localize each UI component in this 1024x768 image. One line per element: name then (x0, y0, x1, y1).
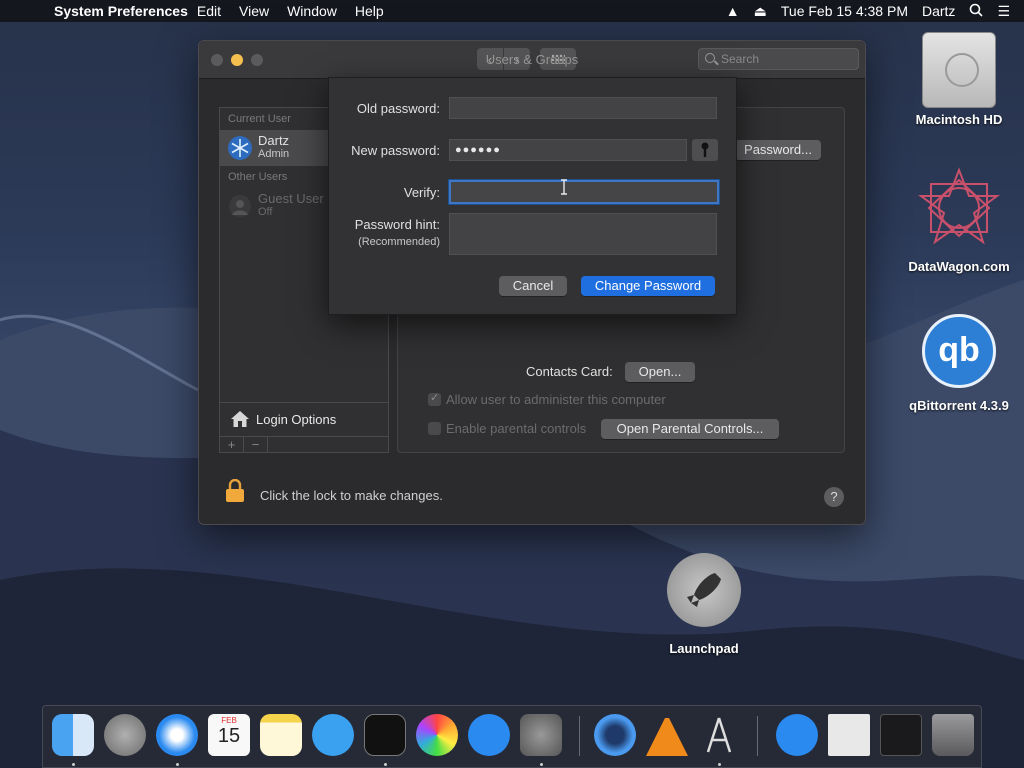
eject-icon[interactable]: ⏏ (754, 3, 767, 20)
dock-messages-icon[interactable] (312, 714, 354, 756)
menu-bar: System Preferences Edit View Window Help… (0, 0, 1024, 22)
desktop-icon-label: Launchpad (669, 641, 739, 656)
text-cursor-icon (561, 179, 567, 195)
new-password-label: New password: (351, 143, 440, 158)
guest-avatar-icon (229, 195, 251, 217)
add-user-button[interactable]: + (220, 437, 244, 452)
menu-window[interactable]: Window (278, 3, 346, 19)
desktop-icon-label: qBittorrent 4.3.9 (909, 398, 1009, 413)
change-password-button[interactable]: Password... (735, 140, 821, 160)
old-password-field[interactable] (449, 97, 717, 119)
dock-running-indicator (72, 763, 75, 766)
verify-label: Verify: (403, 185, 440, 200)
rocket-icon (667, 553, 741, 627)
add-remove-bar: + − (220, 436, 388, 452)
dock-safari-icon[interactable] (156, 714, 198, 756)
dock-movie-file-icon[interactable] (828, 714, 870, 756)
house-icon (231, 411, 249, 427)
menu-help[interactable]: Help (346, 3, 393, 19)
calendar-day: 15 (217, 725, 241, 747)
notification-center-icon[interactable]: ☰ (997, 3, 1010, 20)
dock-running-indicator (540, 763, 543, 766)
dock-system-preferences-icon[interactable] (520, 714, 562, 756)
dock-separator (579, 716, 580, 756)
allow-admin-checkbox[interactable]: Allow user to administer this computer (428, 391, 666, 407)
login-options-label: Login Options (256, 412, 337, 427)
menu-app-name[interactable]: System Preferences (44, 3, 188, 19)
dock-running-indicator (718, 763, 721, 766)
snowflake-avatar-icon (228, 136, 252, 160)
login-options-item[interactable]: Login Options (220, 402, 388, 436)
parental-controls-checkbox[interactable]: Enable parental controls (428, 421, 586, 436)
dock-vlc-icon[interactable] (646, 714, 688, 756)
title-bar: ‹ › Users & Groups Search (199, 41, 865, 79)
menu-user[interactable]: Dartz (922, 3, 955, 19)
dock-photos-icon[interactable] (416, 714, 458, 756)
dock: FEB 15 (42, 705, 982, 768)
hard-drive-icon (922, 32, 996, 108)
menu-clock[interactable]: Tue Feb 15 4:38 PM (781, 3, 908, 19)
datawagon-logo-icon (917, 167, 1001, 245)
change-password-sheet: Old password: New password: ●●●●●● Verif… (328, 77, 737, 315)
password-assistant-button[interactable] (692, 139, 718, 161)
lock-bar: Click the lock to make changes. ? (199, 471, 865, 521)
dock-screen-icon[interactable] (880, 714, 922, 756)
dock-launchpad-icon[interactable] (104, 714, 146, 756)
desktop-icon-qbittorrent[interactable]: qb qBittorrent 4.3.9 (899, 314, 1019, 413)
calendar-month: FEB (221, 716, 237, 725)
spotlight-search-icon[interactable] (969, 3, 984, 20)
dock-app-store-icon[interactable] (468, 714, 510, 756)
dock-automator-icon[interactable] (698, 714, 740, 756)
contacts-card-label: Contacts Card: (526, 364, 613, 379)
dock-finder-icon[interactable] (52, 714, 94, 756)
desktop-icon-datawagon[interactable]: DataWagon.com (899, 166, 1019, 274)
desktop-icon-launchpad[interactable]: Launchpad (644, 553, 764, 656)
new-password-field[interactable]: ●●●●●● (449, 139, 687, 161)
dock-calendar-icon[interactable]: FEB 15 (208, 714, 250, 756)
password-hint-label: Password hint: (354, 217, 440, 232)
desktop-icon-label: DataWagon.com (908, 259, 1010, 274)
menu-edit[interactable]: Edit (188, 3, 230, 19)
search-icon (705, 53, 715, 63)
qbittorrent-icon: qb (922, 314, 996, 388)
dock-notes-icon[interactable] (260, 714, 302, 756)
desktop-icon-label: Macintosh HD (915, 112, 1003, 127)
change-password-confirm-button[interactable]: Change Password (581, 276, 715, 296)
dock-separator (757, 716, 758, 756)
password-hint-field[interactable] (449, 213, 717, 255)
dock-app-store-folder-icon[interactable] (776, 714, 818, 756)
search-placeholder: Search (721, 52, 760, 66)
dock-running-indicator (384, 763, 387, 766)
dock-trash-icon[interactable] (932, 714, 974, 756)
open-parental-controls-button[interactable]: Open Parental Controls... (601, 419, 779, 439)
dock-quicktime-icon[interactable] (594, 714, 636, 756)
open-contacts-button[interactable]: Open... (625, 362, 695, 382)
menu-view[interactable]: View (230, 3, 278, 19)
lock-icon[interactable] (225, 479, 245, 503)
verify-field[interactable] (449, 180, 719, 204)
help-button[interactable]: ? (824, 487, 844, 507)
remove-user-button[interactable]: − (244, 437, 268, 452)
cancel-button[interactable]: Cancel (499, 276, 567, 296)
vlc-menu-icon[interactable]: ▲ (726, 3, 740, 19)
password-hint-sublabel: (Recommended) (358, 236, 440, 248)
old-password-label: Old password: (356, 101, 440, 116)
dock-running-indicator (176, 763, 179, 766)
lock-message: Click the lock to make changes. (260, 488, 443, 503)
search-input[interactable]: Search (698, 48, 859, 70)
key-icon (701, 142, 709, 157)
desktop-icon-macintosh-hd[interactable]: Macintosh HD (899, 32, 1019, 127)
dock-terminal-icon[interactable] (364, 714, 406, 756)
